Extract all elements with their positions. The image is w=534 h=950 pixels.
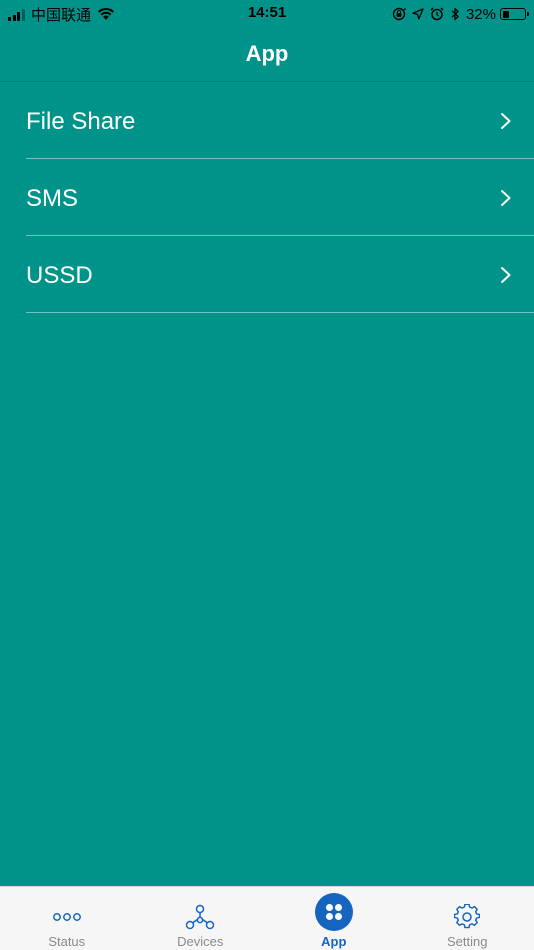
battery-level [502,10,509,18]
chevron-right-icon [501,190,511,206]
location-icon [412,8,424,20]
chevron-right-icon [501,113,511,129]
status-bar: 中国联通 14:51 32% [0,0,534,28]
screen-lock-icon [392,7,406,21]
list-item-label: SMS [26,185,79,212]
page-title: App [245,41,289,66]
list-item-ussd[interactable]: USSD [0,236,534,313]
tab-devices[interactable]: Devices [134,887,268,950]
dots-icon [47,897,87,937]
battery-percent: 32% [465,5,496,23]
tab-bar: Status Devices App Setting [0,886,534,950]
tab-label: App [321,934,347,949]
app-grid-icon [314,892,354,932]
gear-icon [447,897,487,937]
list-item-label: File Share [26,108,136,135]
tab-label: Setting [447,934,488,949]
tab-label: Devices [177,934,224,949]
tab-setting[interactable]: Setting [401,887,534,950]
status-bar-right: 32% [386,4,529,24]
tab-status[interactable]: Status [0,887,134,950]
list-item-label: USSD [26,262,93,289]
list-item-file-share[interactable]: File Share [0,82,534,159]
devices-network-icon [180,897,220,937]
chevron-right-icon [501,267,511,283]
nav-bar: App [0,28,534,82]
app-list: File Share SMS USSD [0,82,534,313]
alarm-icon [430,7,444,21]
battery-icon [500,8,529,20]
list-item-sms[interactable]: SMS [0,159,534,236]
tab-label: Status [48,934,86,949]
bluetooth-icon [451,7,459,21]
tab-app[interactable]: App [267,887,401,950]
